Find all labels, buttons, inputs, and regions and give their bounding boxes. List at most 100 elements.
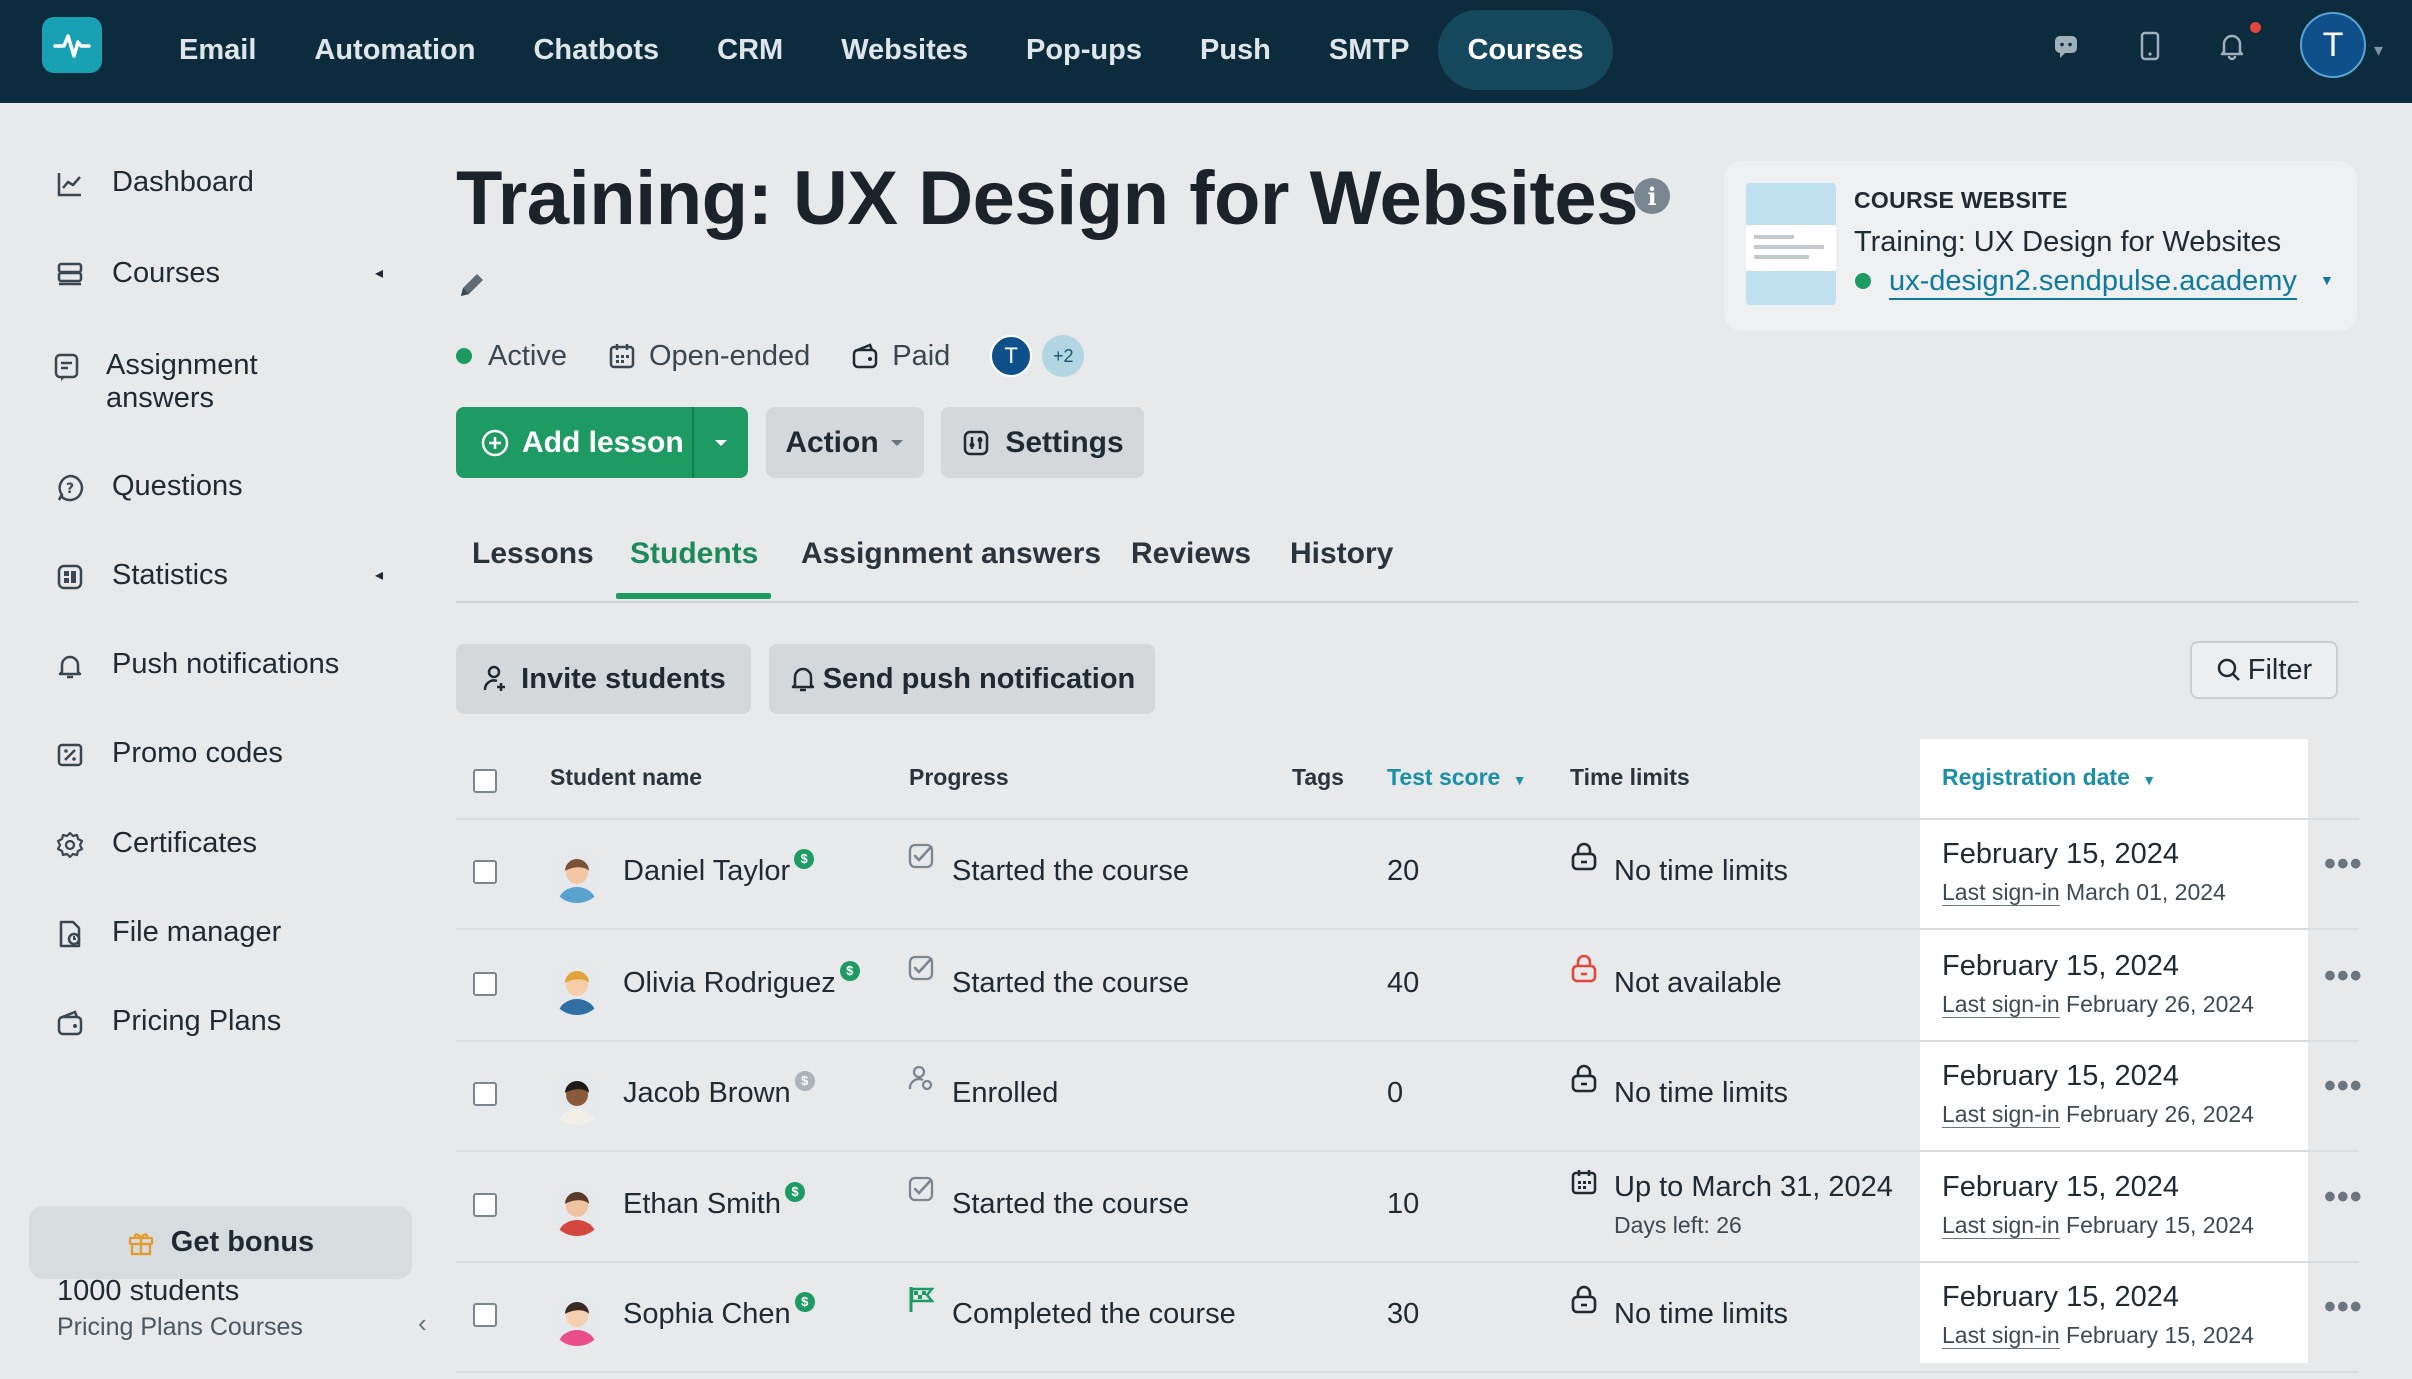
nav-item-websites[interactable]: Websites xyxy=(812,10,997,90)
flag-icon xyxy=(906,1284,936,1319)
nav-item-push[interactable]: Push xyxy=(1171,10,1300,90)
courses-expand-caret-icon[interactable]: ◂ xyxy=(375,263,383,283)
settings-button[interactable]: Settings xyxy=(941,407,1144,478)
user-menu-chevron-down-icon[interactable]: ▾ xyxy=(2374,40,2383,61)
plus-circle-icon xyxy=(481,429,509,456)
course-website-link[interactable]: ux-design2.sendpulse.academy xyxy=(1889,265,2297,300)
row-more-menu-icon[interactable]: ••• xyxy=(2324,845,2363,884)
sort-chevron-down-icon: ▼ xyxy=(1512,772,1527,788)
sidebar-item-dashboard[interactable]: Dashboard xyxy=(52,166,254,202)
header-student-name[interactable]: Student name xyxy=(550,764,702,791)
student-name-link[interactable]: Jacob Brown $ xyxy=(623,1071,815,1110)
sidebar-item-certificates[interactable]: Certificates xyxy=(52,827,257,863)
statistics-expand-caret-icon[interactable]: ◂ xyxy=(375,565,383,585)
get-bonus-label: Get bonus xyxy=(170,1226,315,1258)
row-more-menu-icon[interactable]: ••• xyxy=(2324,1067,2363,1106)
select-all-checkbox[interactable] xyxy=(473,769,497,793)
student-name-link[interactable]: Sophia Chen $ xyxy=(623,1292,815,1331)
table-divider xyxy=(456,1371,2359,1373)
row-checkbox[interactable] xyxy=(473,1193,497,1217)
student-avatar[interactable] xyxy=(550,1292,604,1346)
header-time-limits[interactable]: Time limits xyxy=(1570,764,1690,791)
assignment-icon xyxy=(52,349,82,385)
add-lesson-button[interactable]: Add lesson xyxy=(456,407,694,478)
student-avatar[interactable] xyxy=(550,1071,604,1125)
progress-status: Started the course xyxy=(952,855,1189,887)
info-icon[interactable]: i xyxy=(1634,178,1670,214)
sidebar-item-label: Courses xyxy=(112,257,220,289)
nav-item-automation[interactable]: Automation xyxy=(285,10,504,90)
student-avatar[interactable] xyxy=(550,1182,604,1236)
nav-item-chatbots[interactable]: Chatbots xyxy=(504,10,688,90)
tab-students[interactable]: Students xyxy=(630,537,758,571)
sidebar-item-assignment-answers[interactable]: Assignment answers xyxy=(52,349,312,415)
nav-item-email[interactable]: Email xyxy=(150,10,285,90)
nav-item-crm[interactable]: CRM xyxy=(688,10,812,90)
tab-lessons[interactable]: Lessons xyxy=(472,537,594,571)
filter-button[interactable]: Filter xyxy=(2190,641,2338,699)
svg-text:?: ? xyxy=(66,481,74,497)
website-thumbnail[interactable] xyxy=(1746,183,1836,305)
row-more-menu-icon[interactable]: ••• xyxy=(2324,1178,2363,1217)
registration-date: February 15, 2024 xyxy=(1942,1060,2179,1092)
row-checkbox[interactable] xyxy=(473,1082,497,1106)
payment-dollar-icon: $ xyxy=(794,1292,815,1312)
row-checkbox[interactable] xyxy=(473,1303,497,1327)
sidebar-item-questions[interactable]: ? Questions xyxy=(52,470,243,506)
student-avatar[interactable] xyxy=(550,849,604,903)
header-test-score[interactable]: Test score ▼ xyxy=(1387,764,1527,791)
nav-item-smtp[interactable]: SMTP xyxy=(1300,10,1439,90)
invite-students-button[interactable]: Invite students xyxy=(456,644,751,714)
sidebar-item-push-notifications[interactable]: Push notifications xyxy=(52,648,339,684)
website-chevron-down-icon[interactable]: ▼ xyxy=(2320,272,2334,288)
action-dropdown-button[interactable]: Action xyxy=(766,407,924,478)
get-bonus-button[interactable]: Get bonus xyxy=(29,1206,412,1279)
nav-item-courses[interactable]: Courses xyxy=(1438,10,1613,90)
header-registration-date[interactable]: Registration date ▼ xyxy=(1942,764,2156,791)
pencil-edit-icon[interactable] xyxy=(455,268,489,307)
tab-history[interactable]: History xyxy=(1290,537,1393,571)
add-lesson-dropdown-chevron-down-icon[interactable] xyxy=(694,438,748,448)
mobile-app-icon[interactable] xyxy=(2132,28,2168,64)
student-name: Daniel Taylor xyxy=(623,855,791,887)
chart-line-icon xyxy=(52,166,88,202)
student-name-link[interactable]: Daniel Taylor $ xyxy=(623,849,815,888)
sidebar-item-label: File manager xyxy=(112,916,282,948)
unlock-icon xyxy=(1569,1284,1599,1319)
sidebar: Dashboard Courses ◂ Assignment answers ?… xyxy=(0,103,440,1379)
registration-date: February 15, 2024 xyxy=(1942,1171,2179,1203)
user-avatar[interactable]: T xyxy=(2300,12,2366,78)
promo-icon xyxy=(52,737,88,773)
sidebar-item-file-manager[interactable]: File manager xyxy=(52,916,281,952)
send-push-notification-button[interactable]: Send push notification xyxy=(769,644,1155,714)
sidebar-item-promo-codes[interactable]: Promo codes xyxy=(52,737,283,773)
chat-icon[interactable] xyxy=(2048,28,2084,64)
nav-item-popups[interactable]: Pop-ups xyxy=(997,10,1171,90)
payment-dollar-icon: $ xyxy=(839,961,860,981)
more-authors-badge[interactable]: +2 xyxy=(1042,335,1085,377)
sidebar-item-pricing-plans[interactable]: Pricing Plans xyxy=(52,1005,281,1041)
status-dot xyxy=(456,348,472,364)
sidebar-item-courses[interactable]: Courses xyxy=(52,257,220,293)
student-name-link[interactable]: Ethan Smith $ xyxy=(623,1182,805,1221)
sidebar-item-statistics[interactable]: Statistics xyxy=(52,559,228,595)
student-name-link[interactable]: Olivia Rodriguez $ xyxy=(623,961,860,1000)
bell-icon xyxy=(791,667,814,692)
author-avatar[interactable]: T xyxy=(990,335,1033,377)
header-progress[interactable]: Progress xyxy=(909,764,1009,791)
row-checkbox[interactable] xyxy=(473,972,497,996)
row-more-menu-icon[interactable]: ••• xyxy=(2324,957,2363,996)
sendpulse-logo-icon[interactable] xyxy=(42,17,102,73)
tab-assignment-answers[interactable]: Assignment answers xyxy=(801,537,1101,571)
tab-reviews[interactable]: Reviews xyxy=(1131,537,1251,571)
row-more-menu-icon[interactable]: ••• xyxy=(2324,1288,2363,1327)
search-icon xyxy=(2217,658,2240,681)
notifications-bell-icon[interactable] xyxy=(2214,28,2250,64)
header-tags[interactable]: Tags xyxy=(1292,764,1344,791)
student-avatar[interactable] xyxy=(550,961,604,1015)
row-checkbox[interactable] xyxy=(473,860,497,884)
sidebar-item-label: Pricing Plans xyxy=(112,1005,282,1037)
add-lesson-button-group: Add lesson xyxy=(456,407,748,478)
collapse-sidebar-chevron-left-icon[interactable]: ‹ xyxy=(418,1308,427,1339)
progress-status: Enrolled xyxy=(952,1077,1059,1109)
